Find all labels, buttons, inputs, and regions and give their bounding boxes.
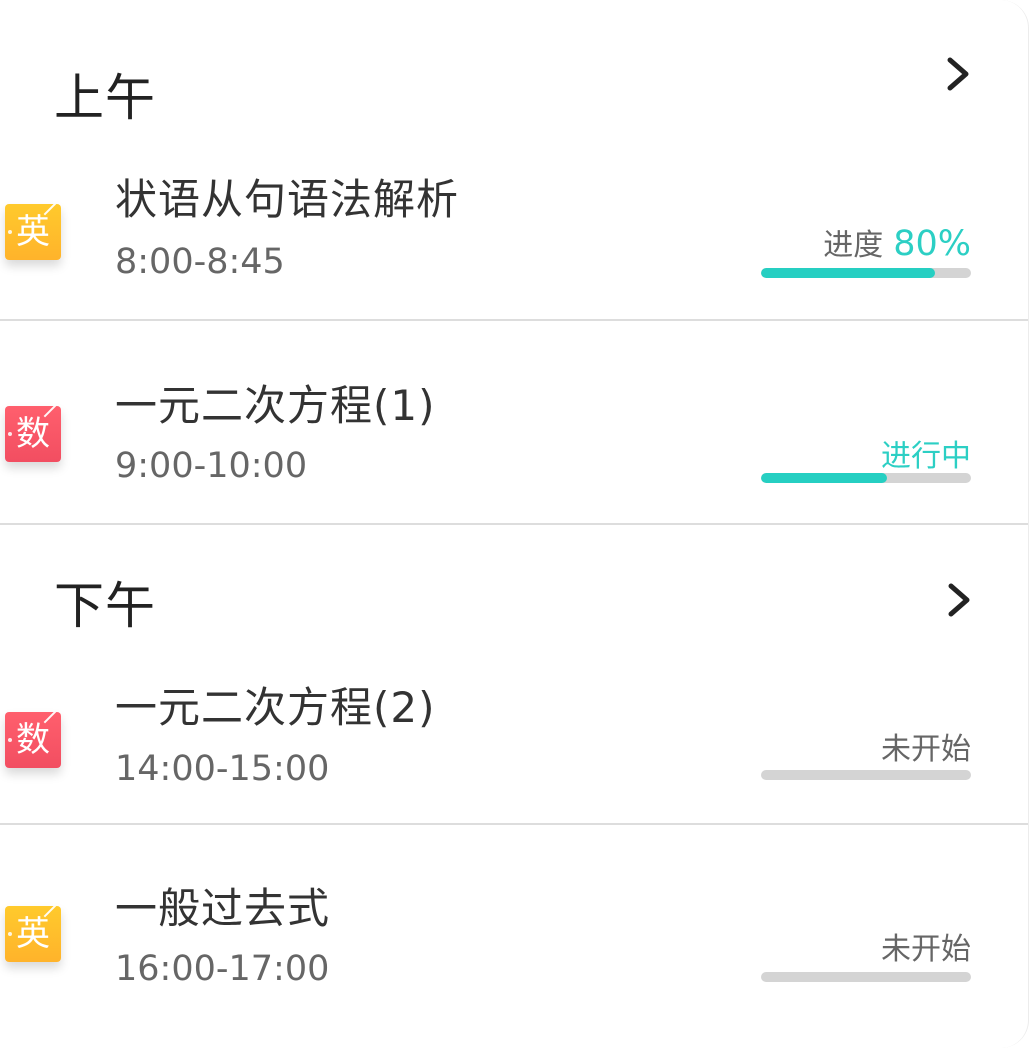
progress-bar [761, 473, 971, 483]
badge-dot [8, 738, 12, 742]
schedule-card: 上午 英 状语从句语法解析 8:00-8:45 进度 80% 数 一元二次方程(1… [0, 0, 1029, 1048]
subject-badge-english: 英 [5, 906, 61, 962]
course-time: 14:00-15:00 [115, 749, 330, 789]
afternoon-section-title: 下午 [54, 577, 156, 635]
subject-badge-math: 数 [5, 406, 61, 462]
course-title: 一元二次方程(2) [115, 683, 436, 732]
status-text: 进行中 [881, 439, 971, 474]
badge-dot [8, 932, 12, 936]
subject-badge-text: 数 [16, 720, 50, 760]
row-divider [0, 319, 1028, 321]
row-divider [0, 523, 1028, 525]
afternoon-section-header[interactable]: 下午 [0, 0, 1028, 635]
progress-bar [761, 972, 971, 982]
course-status: 未开始 [881, 924, 971, 968]
course-status: 进行中 [881, 431, 971, 475]
subject-badge-text: 英 [16, 914, 50, 954]
badge-corner-line [43, 204, 57, 216]
progress-bar [761, 268, 971, 278]
chevron-right-icon[interactable] [943, 582, 973, 618]
course-title: 状语从句语法解析 [115, 175, 460, 224]
course-title: 一般过去式 [115, 884, 331, 933]
subject-badge-math: 数 [5, 712, 61, 768]
progress-label: 进度 [823, 228, 884, 263]
badge-corner-line [43, 906, 57, 918]
course-time: 9:00-10:00 [115, 446, 308, 486]
course-status: 进度 80% [823, 220, 971, 264]
progress-percent: 80% [893, 224, 971, 264]
course-time: 16:00-17:00 [115, 949, 330, 989]
progress-bar [761, 770, 971, 780]
subject-badge-text: 数 [16, 414, 50, 454]
status-text: 未开始 [881, 932, 971, 967]
badge-corner-line [43, 406, 57, 418]
badge-dot [8, 432, 12, 436]
course-status: 未开始 [881, 724, 971, 768]
course-title: 一元二次方程(1) [115, 381, 436, 430]
row-divider [0, 823, 1028, 825]
subject-badge-text: 英 [16, 212, 50, 252]
badge-dot [8, 230, 12, 234]
progress-fill [761, 473, 887, 483]
course-time: 8:00-8:45 [115, 242, 285, 282]
subject-badge-english: 英 [5, 204, 61, 260]
progress-fill [761, 268, 936, 278]
status-text: 未开始 [881, 732, 971, 767]
badge-corner-line [43, 712, 57, 724]
